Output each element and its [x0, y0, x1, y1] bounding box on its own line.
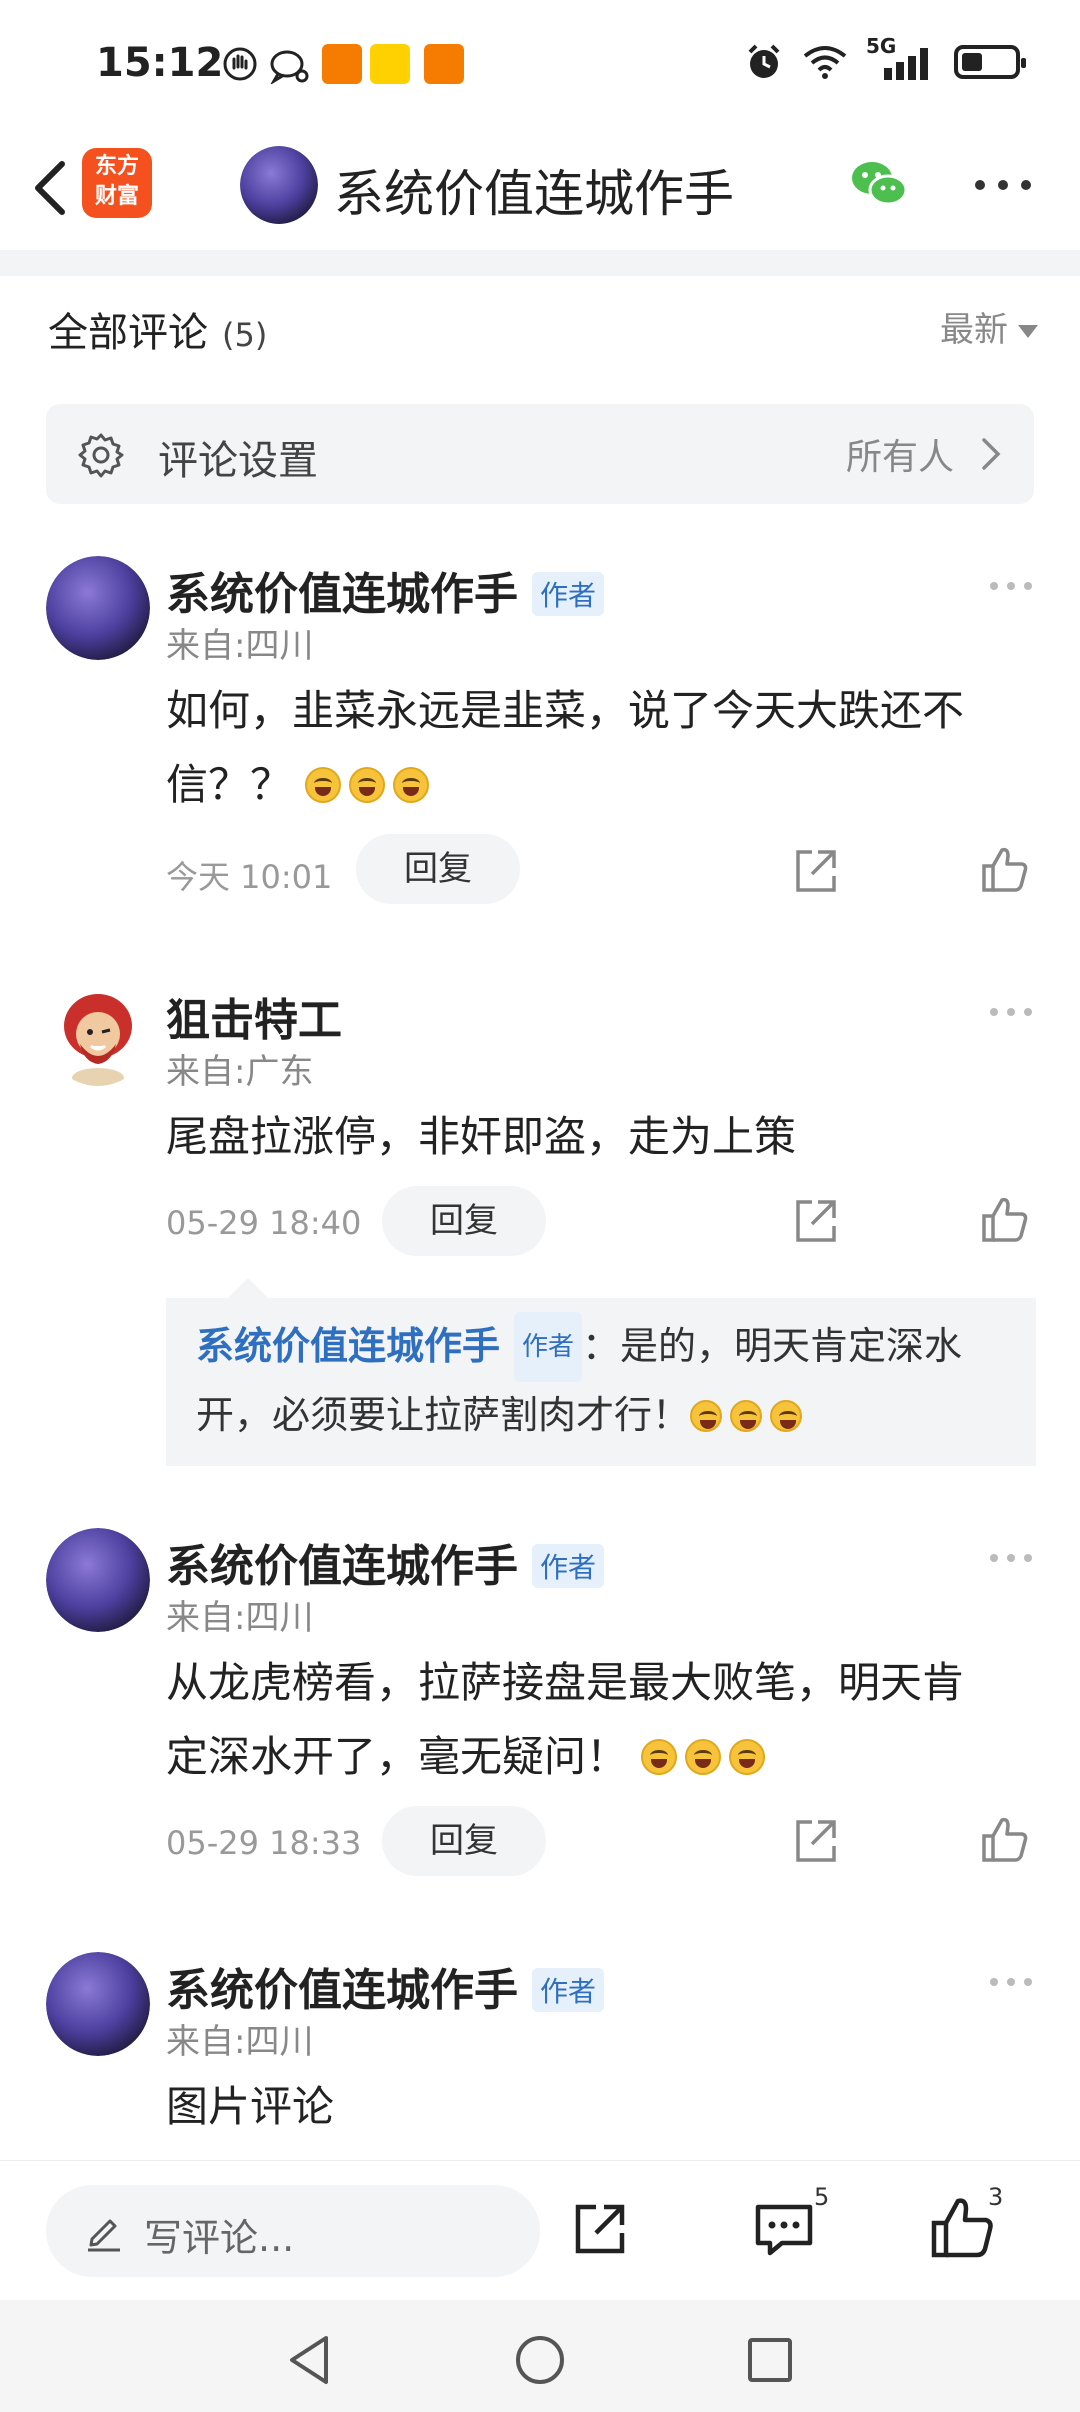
comment-time: 05-29 18:40: [166, 1204, 362, 1242]
status-bar: 15:12 5G: [0, 0, 1080, 130]
comment-time: 今天 10:01: [166, 858, 333, 896]
reply-pointer: [228, 1278, 268, 1298]
comments-header: 全部评论 (5) 最新: [48, 300, 1038, 360]
location-label: 来自:四川: [166, 2022, 314, 2062]
author-badge: 作者: [532, 1544, 605, 1588]
settings-value: 所有人: [845, 437, 954, 478]
more-options-icon[interactable]: [968, 160, 1038, 210]
commenter-name[interactable]: 系统价值连城作手: [166, 1965, 518, 2016]
pencil-icon: [88, 2219, 120, 2252]
laughing-emoji-icon: [770, 1400, 803, 1432]
thumbs-up-icon[interactable]: [980, 844, 1030, 894]
share-icon[interactable]: [570, 2199, 630, 2259]
page-title: 系统价值连城作手: [334, 165, 734, 223]
app-notification-icon: [322, 44, 362, 84]
comment-bubble-icon[interactable]: [752, 2199, 816, 2259]
sort-dropdown[interactable]: 最新: [940, 302, 1038, 351]
more-options-icon[interactable]: [986, 1548, 1036, 1568]
nested-reply[interactable]: 系统价值连城作手 作者 ：是的，明天肯定深水 开，必须要让拉萨割肉才行！: [166, 1298, 1036, 1466]
comment-time: 05-29 18:33: [166, 1824, 362, 1862]
wechat-icon[interactable]: [846, 152, 912, 218]
dropdown-triangle-icon: [1018, 325, 1038, 338]
alarm-icon: [748, 44, 780, 78]
system-home-icon[interactable]: [510, 2330, 570, 2390]
reply-button[interactable]: 回复: [382, 1186, 546, 1256]
commenter-name[interactable]: 系统价值连城作手: [166, 1541, 518, 1592]
commenter-name[interactable]: 系统价值连城作手: [166, 569, 518, 620]
system-recents-icon[interactable]: [740, 2330, 800, 2390]
chevron-right-icon: [982, 438, 1001, 470]
more-options-icon[interactable]: [986, 1002, 1036, 1022]
like-count-badge: 3: [988, 2183, 1004, 2211]
thumbs-up-icon[interactable]: [930, 2195, 996, 2259]
bottom-action-bar: 写评论... 5 3: [0, 2160, 1080, 2301]
share-icon[interactable]: [790, 1816, 840, 1866]
comment-settings-row[interactable]: 评论设置 所有人: [46, 404, 1034, 504]
app-notification-icon: [424, 44, 464, 84]
back-arrow-icon[interactable]: [18, 152, 88, 222]
settings-label: 评论设置: [158, 438, 318, 484]
author-badge: 作者: [532, 572, 605, 616]
thumbs-up-icon[interactable]: [980, 1194, 1030, 1244]
top-nav-bar: 东方 财富 系统价值连城作手: [0, 130, 1080, 250]
comment-count: (5): [222, 316, 268, 354]
app-logo[interactable]: 东方 财富: [82, 148, 152, 218]
wifi-icon: [803, 46, 847, 79]
thumbs-up-icon[interactable]: [980, 1814, 1030, 1864]
status-time: 15:12: [96, 40, 224, 86]
system-back-icon[interactable]: [280, 2330, 340, 2390]
more-options-icon[interactable]: [986, 576, 1036, 596]
divider-band: [0, 250, 1080, 276]
location-label: 来自:四川: [166, 626, 314, 666]
reply-button[interactable]: 回复: [356, 834, 520, 904]
comment-text: 从龙虎榜看，拉萨接盘是最大败笔，明天肯 定深水开了，毫无疑问！: [166, 1658, 965, 1781]
laughing-emoji-icon: [305, 767, 342, 803]
write-comment-input[interactable]: 写评论...: [46, 2185, 540, 2277]
commenter-name[interactable]: 狙击特工: [166, 995, 342, 1046]
gear-icon: [78, 433, 124, 478]
author-badge: 作者: [532, 1968, 605, 2012]
comment-count-badge: 5: [814, 2183, 830, 2211]
more-options-icon[interactable]: [986, 1972, 1036, 1992]
system-navigation-bar: [0, 2300, 1080, 2412]
battery-icon: [954, 45, 1026, 79]
meituan-icon: [370, 44, 410, 84]
signal-icon: [884, 48, 928, 80]
laughing-emoji-icon: [393, 767, 430, 803]
laughing-emoji-icon: [730, 1400, 763, 1432]
share-icon[interactable]: [790, 1196, 840, 1246]
hand-icon: [223, 47, 257, 81]
comment-text: 尾盘拉涨停，非奸即盗，走为上策: [166, 1112, 797, 1161]
laughing-emoji-icon: [349, 767, 386, 803]
laughing-emoji-icon: [729, 1739, 766, 1775]
location-label: 来自:四川: [166, 1598, 314, 1638]
avatar[interactable]: [46, 1528, 150, 1632]
avatar[interactable]: [46, 982, 150, 1086]
laughing-emoji-icon: [685, 1739, 722, 1775]
laughing-emoji-icon: [690, 1400, 723, 1432]
write-comment-placeholder: 写评论...: [144, 2216, 295, 2260]
all-comments-label: 全部评论: [48, 310, 208, 356]
location-label: 来自:广东: [166, 1052, 314, 1092]
reply-text: ：是的，明天肯定深水: [582, 1324, 963, 1368]
avatar[interactable]: [46, 1952, 150, 2056]
author-avatar[interactable]: [240, 146, 318, 224]
avatar[interactable]: [46, 556, 150, 660]
comment-text: 图片评论: [166, 2082, 335, 2131]
chat-bubble-icon: [270, 50, 309, 84]
author-badge: 作者: [514, 1312, 583, 1382]
laughing-emoji-icon: [641, 1739, 678, 1775]
comment-text: 如何，韭菜永远是韭菜，说了今天大跌还不 信？？: [166, 686, 965, 809]
reply-author-name[interactable]: 系统价值连城作手: [196, 1324, 500, 1368]
reply-button[interactable]: 回复: [382, 1806, 546, 1876]
share-icon[interactable]: [790, 846, 840, 896]
